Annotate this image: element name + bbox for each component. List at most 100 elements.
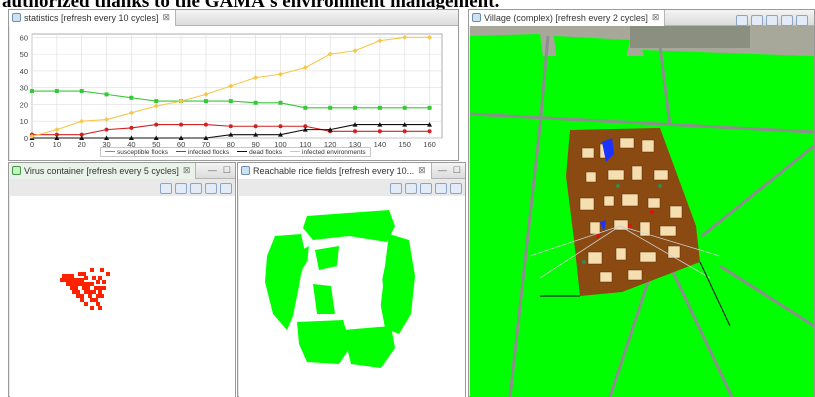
x-tick-label: 0 [30,140,34,149]
road-right-edge [701,144,814,238]
legend-label: infected flocks [187,148,230,156]
village-view: Village (complex) [refresh every 2 cycle… [468,9,815,397]
rice-field-left [265,234,305,330]
tab-rice-label: Reachable rice fields [refresh every 10.… [253,165,415,176]
close-icon[interactable]: ⊠ [183,165,191,176]
data-point [228,124,233,129]
virus-grid [60,268,110,310]
tab-statistics[interactable]: statistics [refresh every 10 cycles] ⊠ [9,9,177,26]
virus-cell [98,276,102,280]
virus-cell [100,268,104,272]
legend-marker [175,151,186,153]
zoom-fit-icon[interactable] [205,182,217,194]
village-toolbar [736,13,808,27]
zoom-out-icon[interactable] [220,182,232,194]
tab-virus-container[interactable]: Virus container [refresh every 5 cycles]… [9,162,197,179]
field-top-mid [554,36,630,92]
field-top-left [470,34,548,108]
virus-cell [76,290,80,294]
house [667,245,681,259]
snapshot-icon[interactable] [390,182,402,194]
plot-area [31,33,443,139]
data-point [179,122,184,127]
virus-cell [84,290,88,294]
virus-cell [88,290,92,294]
tab-rice-fields[interactable]: Reachable rice fields [refresh every 10.… [238,162,432,179]
virus-cell [70,282,74,286]
zoom-out-icon[interactable] [796,14,808,26]
virus-cell [90,298,94,302]
y-tick-label: 10 [20,117,28,126]
zoom-fit-icon[interactable] [781,14,793,26]
rice-field-bottom-right [343,326,395,368]
virus-cell [98,306,102,310]
virus-cell [66,274,70,278]
legend-label: infected environments [302,148,366,156]
statistics-chart: 01020304050600 10 20 30 40 50 60 70 80 90 100 110 12… [20,33,443,158]
house [581,147,595,159]
infected-flock [628,224,632,228]
virus-cell [74,286,78,290]
virus-tabbar: Virus container [refresh every 5 cycles]… [9,162,235,179]
virus-cell [92,276,96,280]
virus-cell [86,286,90,290]
house [659,225,677,237]
tab-statistics-label: statistics [refresh every 10 cycles] [24,12,159,23]
rice-fields-view: Reachable rice fields [refresh every 10.… [237,162,466,397]
data-point [154,122,159,127]
virus-cell [92,290,96,294]
house [621,193,639,207]
maximize-icon[interactable]: ☐ [223,165,231,176]
virus-toolbar [160,181,232,195]
virus-cell [80,278,84,282]
data-point [54,89,59,94]
layers-icon[interactable] [175,182,187,194]
tab-village-label: Village (complex) [refresh every 2 cycle… [484,12,648,23]
legend-marker [105,151,115,153]
virus-cell [76,278,80,282]
virus-cell [82,282,86,286]
village-canvas [470,26,814,397]
house [647,197,661,209]
virus-cell [96,280,100,284]
layers-icon[interactable] [405,182,417,194]
house [589,221,601,235]
minimize-icon[interactable]: — [208,165,217,176]
virus-cell [98,286,102,290]
maximize-icon[interactable]: ☐ [453,165,461,176]
virus-container-view: Virus container [refresh every 5 cycles]… [8,162,236,397]
virus-cell [84,302,88,306]
data-point [104,92,109,97]
zoom-out-icon[interactable] [450,182,462,194]
rice-field-top [303,210,395,242]
zoom-in-icon[interactable] [420,182,432,194]
minimize-icon[interactable]: — [438,165,447,176]
road-lower-right [668,265,734,397]
house [639,251,657,263]
snapshot-icon[interactable] [160,182,172,194]
close-icon[interactable]: ⊠ [163,12,171,23]
zoom-in-icon[interactable] [766,14,778,26]
house [653,169,669,181]
legend-label: dead flocks [249,148,283,156]
legend-item: infected flocks [175,148,230,156]
x-tick-label: 10 [53,140,61,149]
layers-icon[interactable] [751,14,763,26]
zoom-in-icon[interactable] [190,182,202,194]
data-point [79,89,84,94]
house [669,205,683,219]
data-point [353,105,358,110]
data-point [278,100,283,105]
snapshot-icon[interactable] [736,14,748,26]
data-point [203,122,208,127]
legend-marker [237,151,248,153]
virus-cell [82,286,86,290]
tab-village[interactable]: Village (complex) [refresh every 2 cycle… [469,9,666,26]
close-icon[interactable]: ⊠ [418,165,426,176]
virus-cell [94,286,98,290]
rice-toolbar [390,181,462,195]
virus-cell [74,282,78,286]
zoom-fit-icon[interactable] [435,182,447,194]
display-icon [241,166,250,175]
close-icon[interactable]: ⊠ [652,12,660,23]
